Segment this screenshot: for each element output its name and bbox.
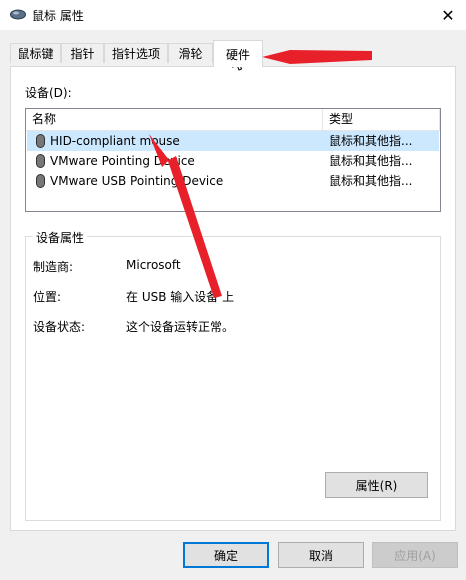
properties-button[interactable]: 属性(R) — [325, 472, 428, 498]
devices-label: 设备(D): — [25, 86, 72, 100]
mouse-icon — [36, 134, 45, 148]
close-icon: ✕ — [441, 5, 455, 25]
column-header-type[interactable]: 类型 — [323, 109, 440, 131]
tab-hardware[interactable]: 硬件 — [213, 40, 263, 67]
device-properties-title: 设备属性 — [33, 229, 88, 246]
mouse-icon — [36, 174, 45, 188]
tab-wheel[interactable]: 滑轮 — [168, 43, 213, 63]
device-type: 鼠标和其他指... — [329, 174, 413, 188]
device-type: 鼠标和其他指... — [329, 154, 413, 168]
window-title: 鼠标 属性 — [32, 9, 84, 23]
tab-buttons[interactable]: 鼠标键 — [10, 43, 61, 63]
manufacturer-label: 制造商: — [33, 260, 74, 274]
device-type: 鼠标和其他指... — [329, 134, 413, 148]
arrow-to-hardware-tab — [262, 50, 372, 64]
table-row[interactable]: VMware Pointing Device 鼠标和其他指... — [27, 151, 439, 171]
cancel-button[interactable]: 取消 — [278, 542, 364, 568]
tab-pointer-options[interactable]: 指针选项 — [104, 43, 168, 63]
ok-button[interactable]: 确定 — [183, 542, 269, 568]
table-row[interactable]: VMware USB Pointing Device 鼠标和其他指... — [27, 171, 439, 191]
location-value: 在 USB 输入设备 上 — [126, 290, 235, 304]
device-status-label: 设备状态: — [33, 320, 86, 334]
device-status-value: 这个设备运转正常。 — [126, 320, 235, 334]
location-label: 位置: — [33, 290, 62, 304]
device-list[interactable]: 名称 类型 HID-compliant mouse 鼠标和其他指... VMwa… — [25, 108, 441, 212]
manufacturer-value: Microsoft — [126, 258, 181, 272]
device-name: VMware Pointing Device — [50, 154, 195, 168]
device-name: HID-compliant mouse — [50, 134, 180, 148]
mouse-icon — [10, 9, 26, 20]
table-row[interactable]: HID-compliant mouse 鼠标和其他指... — [27, 131, 439, 151]
apply-button: 应用(A) — [372, 542, 458, 568]
device-name: VMware USB Pointing Device — [50, 174, 224, 188]
mouse-icon — [36, 154, 45, 168]
close-button[interactable]: ✕ — [430, 0, 466, 30]
column-header-name[interactable]: 名称 — [26, 109, 323, 131]
tab-pointers[interactable]: 指针 — [61, 43, 104, 63]
